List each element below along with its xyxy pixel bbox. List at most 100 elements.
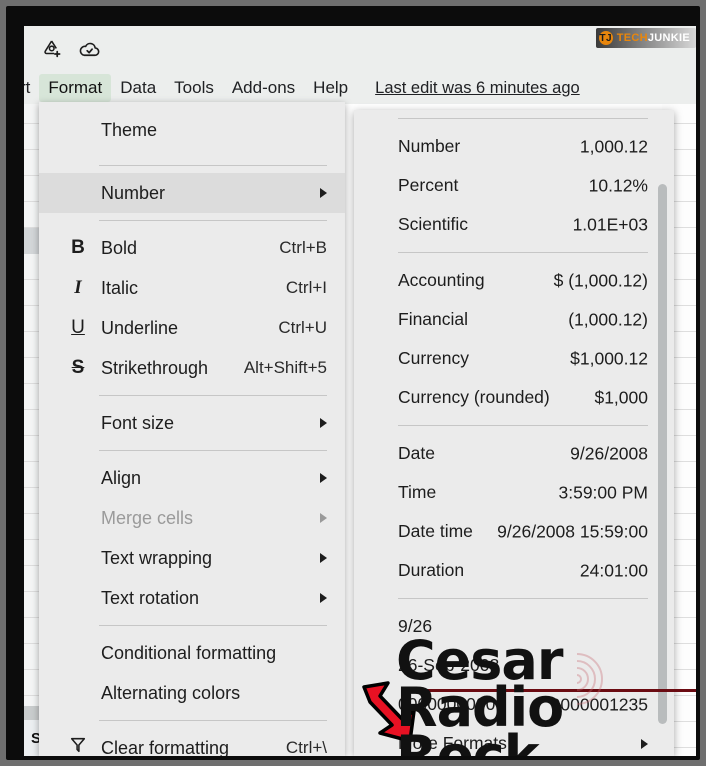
number-format-item-date-time[interactable]: Date time 9/26/2008 15:59:00 bbox=[354, 512, 674, 551]
number-format-label: Financial bbox=[398, 309, 469, 329]
number-format-sample: 9/26/2008 bbox=[570, 443, 648, 463]
menu-separator bbox=[99, 395, 327, 396]
format-menu-item-align[interactable]: Align bbox=[39, 458, 345, 498]
chevron-right-icon bbox=[320, 473, 327, 483]
chevron-right-icon bbox=[320, 513, 327, 523]
menu-item-label: Theme bbox=[101, 119, 158, 140]
format-menu-item-text-wrapping[interactable]: Text wrapping bbox=[39, 538, 345, 578]
number-format-item-more-formats[interactable]: More Formats bbox=[354, 724, 674, 756]
menu-item-label: Merge cells bbox=[101, 507, 194, 528]
cloud-saved-icon[interactable] bbox=[76, 37, 102, 61]
submenu-scrollbar-thumb[interactable] bbox=[658, 184, 667, 724]
menu-item-label: Font size bbox=[101, 412, 175, 433]
last-edit-status[interactable]: Last edit was 6 minutes ago bbox=[375, 79, 580, 98]
format-menu-item-theme[interactable]: Theme bbox=[39, 102, 345, 158]
format-menu-item-underline[interactable]: U Underline Ctrl+U bbox=[39, 308, 345, 348]
number-format-item-26-sep-2008[interactable]: 26-Sep-2008 bbox=[354, 646, 674, 685]
menu-separator bbox=[99, 220, 327, 221]
menu-item-label: Clear formatting bbox=[101, 737, 230, 757]
format-menu-item-merge-cells[interactable]: Merge cells bbox=[39, 498, 345, 538]
share-add-person-icon[interactable] bbox=[40, 37, 66, 61]
number-format-sample: 3:59:00 PM bbox=[558, 482, 649, 502]
number-format-label: Accounting bbox=[398, 270, 485, 290]
clear-formatting-icon bbox=[65, 736, 91, 756]
chevron-right-icon bbox=[320, 553, 327, 563]
number-format-label: Scientific bbox=[398, 214, 469, 234]
format-menu-item-strikethrough[interactable]: S Strikethrough Alt+Shift+5 bbox=[39, 348, 345, 388]
number-format-submenu: Number 1,000.12 Percent 10.12% Scientific 1.0… bbox=[354, 110, 674, 756]
strikethrough-icon: S bbox=[71, 357, 85, 378]
number-format-item-accounting[interactable]: Accounting $ (1,000.12) bbox=[354, 261, 674, 300]
techjunkie-text-a: TECH bbox=[616, 32, 648, 44]
number-format-label: 9/26 bbox=[398, 616, 433, 636]
number-format-item-currency-rounded-[interactable]: Currency (rounded) $1,000 bbox=[354, 378, 674, 417]
menu-item-label: Bold bbox=[101, 237, 138, 258]
number-format-sample: $1,000 bbox=[594, 387, 648, 407]
menu-item-shortcut: Ctrl+U bbox=[278, 318, 327, 337]
number-format-label: Time bbox=[398, 482, 437, 502]
screenshot-frame: S t Format Data Tools Add-ons Help Last … bbox=[0, 0, 706, 766]
chevron-right-icon bbox=[641, 738, 648, 749]
format-menu-item-clear-formatting[interactable]: Clear formatting Ctrl+\ bbox=[39, 728, 345, 756]
number-format-item-duration[interactable]: Duration 24:01:00 bbox=[354, 551, 674, 590]
techjunkie-badge-icon: TJ bbox=[598, 31, 613, 45]
menu-item-label: Text rotation bbox=[101, 587, 200, 608]
menu-item-insert-clipped[interactable]: rt bbox=[24, 74, 39, 102]
menu-separator bbox=[99, 625, 327, 626]
device-bezel: S t Format Data Tools Add-ons Help Last … bbox=[6, 6, 700, 760]
menu-item-label: Alternating colors bbox=[101, 682, 241, 703]
format-menu-item-alternating-colors[interactable]: Alternating colors bbox=[39, 673, 345, 713]
submenu-separator bbox=[398, 252, 648, 253]
menu-item-shortcut: Ctrl+B bbox=[279, 238, 327, 257]
menu-bar: rt Format Data Tools Add-ons Help Last e… bbox=[24, 72, 696, 104]
number-format-sample: $ (1,000.12) bbox=[553, 270, 648, 290]
number-format-item-percent[interactable]: Percent 10.12% bbox=[354, 166, 674, 205]
menu-item-label: Strikethrough bbox=[101, 357, 209, 378]
bold-icon: B bbox=[71, 237, 85, 258]
menu-separator bbox=[99, 450, 327, 451]
format-menu-item-conditional-formatting[interactable]: Conditional formatting bbox=[39, 633, 345, 673]
format-menu-item-bold[interactable]: B Bold Ctrl+B bbox=[39, 228, 345, 268]
number-format-sample: 24:01:00 bbox=[579, 560, 648, 580]
number-format-item-scientific[interactable]: Scientific 1.01E+03 bbox=[354, 205, 674, 244]
format-menu-item-italic[interactable]: I Italic Ctrl+I bbox=[39, 268, 345, 308]
techjunkie-watermark: TJ TECH JUNKIE bbox=[595, 28, 696, 48]
menu-item-format[interactable]: Format bbox=[39, 74, 112, 102]
menu-item-shortcut: Ctrl+I bbox=[285, 278, 327, 297]
menu-item-label: Number bbox=[101, 182, 166, 203]
menu-item-label: Conditional formatting bbox=[101, 642, 277, 663]
italic-icon: I bbox=[74, 277, 82, 298]
number-format-item-currency[interactable]: Currency $1,000.12 bbox=[354, 339, 674, 378]
menu-item-label: Align bbox=[101, 467, 142, 488]
menu-item-label: Underline bbox=[101, 317, 179, 338]
menu-item-add-ons[interactable]: Add-ons bbox=[223, 74, 304, 102]
number-format-label: Currency (rounded) bbox=[398, 387, 550, 407]
number-format-item-financial[interactable]: Financial (1,000.12) bbox=[354, 300, 674, 339]
number-format-sample: 10.12% bbox=[588, 175, 648, 195]
number-format-label: 26-Sep-2008 bbox=[398, 655, 500, 675]
format-menu-item-text-rotation[interactable]: Text rotation bbox=[39, 578, 345, 618]
format-menu-item-font-size[interactable]: Font size bbox=[39, 403, 345, 443]
menu-item-label: Italic bbox=[101, 277, 139, 298]
number-format-item-number[interactable]: Number 1,000.12 bbox=[354, 127, 674, 166]
number-format-item-9-26[interactable]: 9/26 bbox=[354, 607, 674, 646]
number-format-label: 0000000000 bbox=[398, 694, 496, 714]
number-format-item-date[interactable]: Date 9/26/2008 bbox=[354, 434, 674, 473]
submenu-separator bbox=[398, 118, 648, 119]
number-format-item-time[interactable]: Time 3:59:00 PM bbox=[354, 473, 674, 512]
number-format-sample: $1,000.12 bbox=[570, 348, 648, 368]
underline-icon: U bbox=[71, 317, 85, 338]
number-format-label: Percent bbox=[398, 175, 459, 195]
number-format-sample: 1,000.12 bbox=[579, 136, 648, 156]
menu-item-help[interactable]: Help bbox=[304, 74, 357, 102]
menu-item-data[interactable]: Data bbox=[111, 74, 165, 102]
format-menu-item-number[interactable]: Number bbox=[39, 173, 345, 213]
menu-item-tools[interactable]: Tools bbox=[165, 74, 223, 102]
chevron-right-icon bbox=[320, 418, 327, 428]
menu-item-shortcut: Ctrl+\ bbox=[285, 738, 327, 756]
submenu-separator bbox=[398, 598, 648, 599]
number-format-sample: 1.01E+03 bbox=[572, 214, 648, 234]
number-format-sample: 0000001235 bbox=[550, 694, 648, 714]
number-format-label: More Formats bbox=[398, 733, 507, 753]
menu-item-label: Text wrapping bbox=[101, 547, 213, 568]
